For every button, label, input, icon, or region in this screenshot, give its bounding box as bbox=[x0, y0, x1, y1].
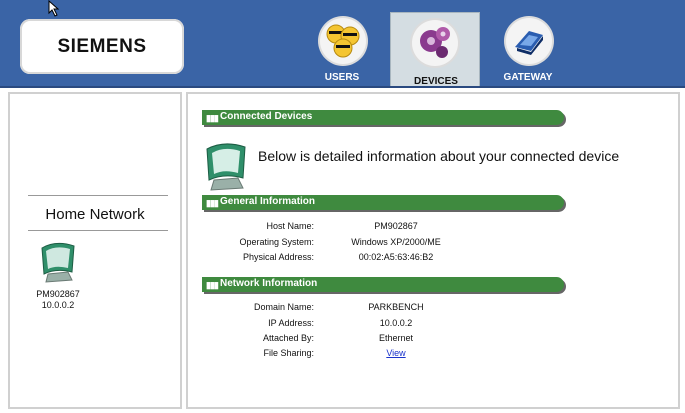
sidebar-device-name[interactable]: PM902867 bbox=[10, 289, 106, 299]
tab-users[interactable]: USERS bbox=[297, 12, 387, 88]
section-network-information: ▮▮▮ Network Information bbox=[202, 277, 564, 292]
bars-icon: ▮▮▮ bbox=[206, 280, 219, 290]
sidebar-title: Home Network bbox=[45, 206, 145, 223]
physical-address-value: 00:02:A5:63:46:B2 bbox=[358, 252, 434, 262]
bars-icon: ▮▮▮ bbox=[206, 113, 219, 123]
tab-devices[interactable]: DEVICES bbox=[390, 12, 480, 88]
section-connected-devices: ▮▮▮ Connected Devices bbox=[202, 110, 564, 125]
ip-address-label: IP Address: bbox=[268, 318, 314, 328]
os-value: Windows XP/2000/ME bbox=[351, 237, 441, 247]
header-bar: SIEMENS USERS DEVICES GATEWAY bbox=[0, 0, 685, 88]
section-title-network: Network Information bbox=[220, 278, 318, 289]
sidebar-divider-bottom bbox=[28, 230, 168, 231]
attached-by-value: Ethernet bbox=[378, 333, 414, 343]
logo-text: SIEMENS bbox=[57, 35, 147, 57]
physical-address-label: Physical Address: bbox=[242, 252, 314, 262]
sidebar-panel: Home Network PM902867 10.0.0.2 bbox=[8, 92, 182, 409]
main-panel: ▮▮▮ Connected Devices Below is detailed … bbox=[186, 92, 680, 409]
section-title-connected: Connected Devices bbox=[220, 111, 313, 122]
tab-users-label: USERS bbox=[324, 72, 360, 83]
host-name-value: PM902867 bbox=[374, 221, 418, 231]
devices-icon bbox=[412, 20, 458, 66]
users-icon bbox=[320, 18, 366, 64]
mouse-cursor-icon bbox=[48, 0, 60, 17]
bars-icon: ▮▮▮ bbox=[206, 198, 219, 208]
intro-text: Below is detailed information about your… bbox=[258, 148, 620, 164]
tab-gateway[interactable]: GATEWAY bbox=[483, 12, 573, 88]
file-sharing-view-link[interactable]: View bbox=[386, 348, 405, 358]
host-name-label: Host Name: bbox=[266, 221, 314, 231]
domain-name-label: Domain Name: bbox=[253, 302, 314, 312]
sidebar-device-ip: 10.0.0.2 bbox=[41, 300, 75, 310]
sidebar-divider-top bbox=[28, 195, 168, 196]
ip-address-value: 10.0.0.2 bbox=[379, 318, 413, 328]
header-divider bbox=[0, 86, 685, 88]
section-general-information: ▮▮▮ General Information bbox=[202, 195, 564, 210]
computer-monitor-icon[interactable] bbox=[38, 242, 78, 289]
domain-name-value: PARKBENCH bbox=[368, 302, 424, 312]
file-sharing-cell: View bbox=[326, 348, 466, 358]
section-title-general: General Information bbox=[220, 196, 316, 207]
siemens-logo[interactable]: SIEMENS bbox=[20, 19, 184, 74]
gateway-icon bbox=[506, 18, 552, 64]
file-sharing-label: File Sharing: bbox=[263, 348, 314, 358]
os-label: Operating System: bbox=[239, 237, 314, 247]
computer-monitor-icon bbox=[202, 142, 250, 197]
tab-gateway-label: GATEWAY bbox=[503, 72, 553, 83]
attached-by-label: Attached By: bbox=[262, 333, 314, 343]
